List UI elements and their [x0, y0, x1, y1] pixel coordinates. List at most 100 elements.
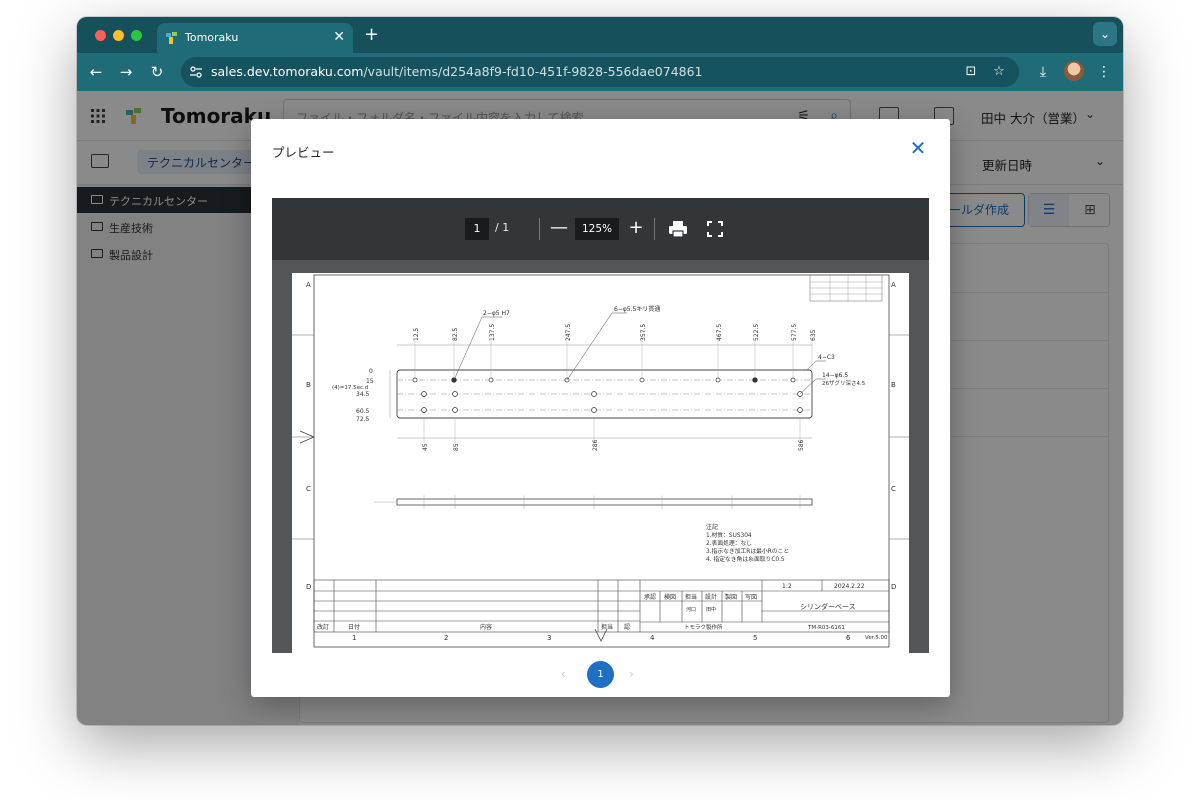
dimension-label: 60.5: [356, 408, 370, 415]
row-letter: D: [306, 583, 311, 591]
approval-header: 製図: [725, 593, 737, 601]
dimension-label: 82.5: [452, 327, 459, 341]
callout-label: 4−C3: [818, 354, 835, 361]
preview-modal: プレビュー ✕ 1 / 1 — 125% + A B C D A B C D 1…: [251, 119, 950, 697]
dimension-label: 72.5: [356, 416, 370, 423]
browser-tab[interactable]: Tomoraku ✕: [157, 23, 353, 53]
dimension-label: 467.5: [716, 324, 723, 341]
close-icon[interactable]: ✕: [907, 137, 929, 159]
dimension-label: 12.5: [413, 327, 420, 341]
approval-stamp: 田中: [706, 606, 716, 613]
technical-drawing-page: A B C D A B C D 1 2 3 4 5 6 12.5 82.5 13…: [292, 273, 909, 653]
row-letter: D: [891, 583, 896, 591]
zoom-in-button[interactable]: +: [625, 217, 647, 239]
minimize-window-button[interactable]: [113, 30, 124, 41]
footer-label: 改訂: [317, 623, 329, 631]
col-number: 1: [352, 634, 356, 642]
approval-header: 検図: [664, 593, 676, 601]
version-label: Ver.5.00: [865, 635, 888, 641]
col-number: 5: [753, 634, 757, 642]
part-name: シリンダーベース: [800, 602, 856, 611]
dimension-label: 137.5: [489, 324, 496, 341]
browser-menu-icon[interactable]: ⋮: [1093, 61, 1115, 83]
col-number: 2: [444, 634, 448, 642]
dimension-label: 15: [366, 378, 374, 385]
toolbar-divider: [539, 218, 540, 240]
zoom-out-button[interactable]: —: [548, 217, 570, 239]
row-letter: A: [891, 281, 896, 289]
callout-label: 14−φ6.5: [822, 372, 848, 379]
approval-header: 設計: [705, 593, 717, 601]
footer-label: 内容: [480, 623, 492, 631]
page-number-input[interactable]: 1: [465, 218, 489, 240]
note-line: 1.材質：SUS304: [706, 531, 752, 539]
dimension-note: (4)=17.5ec.d: [332, 385, 368, 391]
drawing-number: TM-R03-6161: [807, 625, 845, 631]
dimension-label: 247.5: [565, 324, 572, 341]
tab-strip: Tomoraku ✕ + ⌄: [77, 17, 1123, 53]
row-letter: B: [306, 381, 311, 389]
reload-icon[interactable]: ↻: [146, 61, 168, 83]
row-letter: B: [891, 381, 896, 389]
address-bar[interactable]: sales.dev.tomoraku.com/vault/items/d254a…: [181, 57, 1019, 87]
new-tab-button[interactable]: +: [364, 24, 379, 45]
translate-icon[interactable]: ⊡: [963, 64, 979, 80]
col-number: 4: [650, 634, 655, 642]
approval-stamp: 河口: [686, 606, 696, 613]
drawing-date: 2024.2.22: [834, 583, 865, 590]
fullscreen-icon[interactable]: [705, 219, 725, 239]
dimension-label: 522.5: [753, 324, 760, 341]
note-line: 4. 指定なき角は糸面取りC0.5: [706, 555, 785, 563]
browser-toolbar: ← → ↻ sales.dev.tomoraku.com/vault/items…: [77, 53, 1123, 91]
plate-side-view: [396, 498, 813, 506]
dimension-label: 635: [810, 329, 817, 341]
tab-close-icon[interactable]: ✕: [333, 29, 345, 45]
side-view-hidden-lines: [423, 495, 801, 509]
print-icon[interactable]: [667, 218, 689, 240]
download-icon[interactable]: ⤓: [1032, 61, 1054, 83]
callout-label: 26ザグリ深さ4.5: [822, 379, 866, 387]
extension-lines: [414, 341, 813, 443]
toolbar-divider: [654, 218, 655, 240]
tolerance-table: [809, 274, 883, 302]
modal-title: プレビュー: [272, 145, 335, 160]
tab-search-button[interactable]: ⌄: [1093, 22, 1117, 46]
col-number: 6: [846, 634, 851, 642]
zoom-level-input[interactable]: 125%: [575, 218, 619, 240]
notes-title: 注記: [706, 523, 718, 531]
dimension-label: 0: [369, 368, 373, 375]
approval-header: 担当: [685, 593, 697, 601]
callout-label: 6−φ5.5キリ貫通: [614, 305, 660, 313]
pdf-toolbar: 1 / 1 — 125% +: [272, 198, 929, 260]
callout-label: 2−φ5 H7: [483, 310, 510, 317]
dimension-label: 357.5: [640, 324, 647, 341]
close-window-button[interactable]: [95, 30, 106, 41]
dimension-label: 577.5: [791, 324, 798, 341]
dimension-label: 45: [422, 443, 429, 451]
note-line: 2.表面処理：なし: [706, 539, 752, 547]
current-page-button[interactable]: 1: [587, 661, 614, 688]
url-path: /vault/items/d254a8f9-fd10-451f-9828-556…: [363, 64, 703, 79]
col-number: 3: [547, 634, 551, 642]
url-text: sales.dev.tomoraku.com/vault/items/d254a…: [211, 64, 703, 79]
pagination: ‹ 1 ›: [561, 661, 641, 689]
profile-avatar[interactable]: [1064, 61, 1084, 81]
footer-label: 認: [624, 623, 630, 631]
dimension-label: 34.5: [356, 391, 370, 398]
row-letter: A: [306, 281, 311, 289]
dimension-label: 85: [453, 443, 460, 451]
page-total: / 1: [495, 221, 510, 234]
drawing-canvas: A B C D A B C D 1 2 3 4 5 6 12.5 82.5 13…: [292, 274, 909, 648]
row-letter: C: [891, 485, 896, 493]
bookmark-star-icon[interactable]: ☆: [991, 64, 1007, 80]
company-name: トモラク製作所: [684, 623, 723, 631]
tomoraku-favicon-icon: [166, 32, 177, 44]
back-arrow-icon[interactable]: ←: [85, 61, 107, 83]
maximize-window-button[interactable]: [131, 30, 142, 41]
site-settings-icon[interactable]: [189, 65, 203, 79]
pdf-viewer: 1 / 1 — 125% + A B C D A B C D 1 2 3 4 5…: [272, 198, 929, 653]
tab-title: Tomoraku: [185, 31, 239, 44]
next-page-button[interactable]: ›: [629, 667, 634, 681]
previous-page-button[interactable]: ‹: [561, 667, 566, 681]
forward-arrow-icon[interactable]: →: [115, 61, 137, 83]
